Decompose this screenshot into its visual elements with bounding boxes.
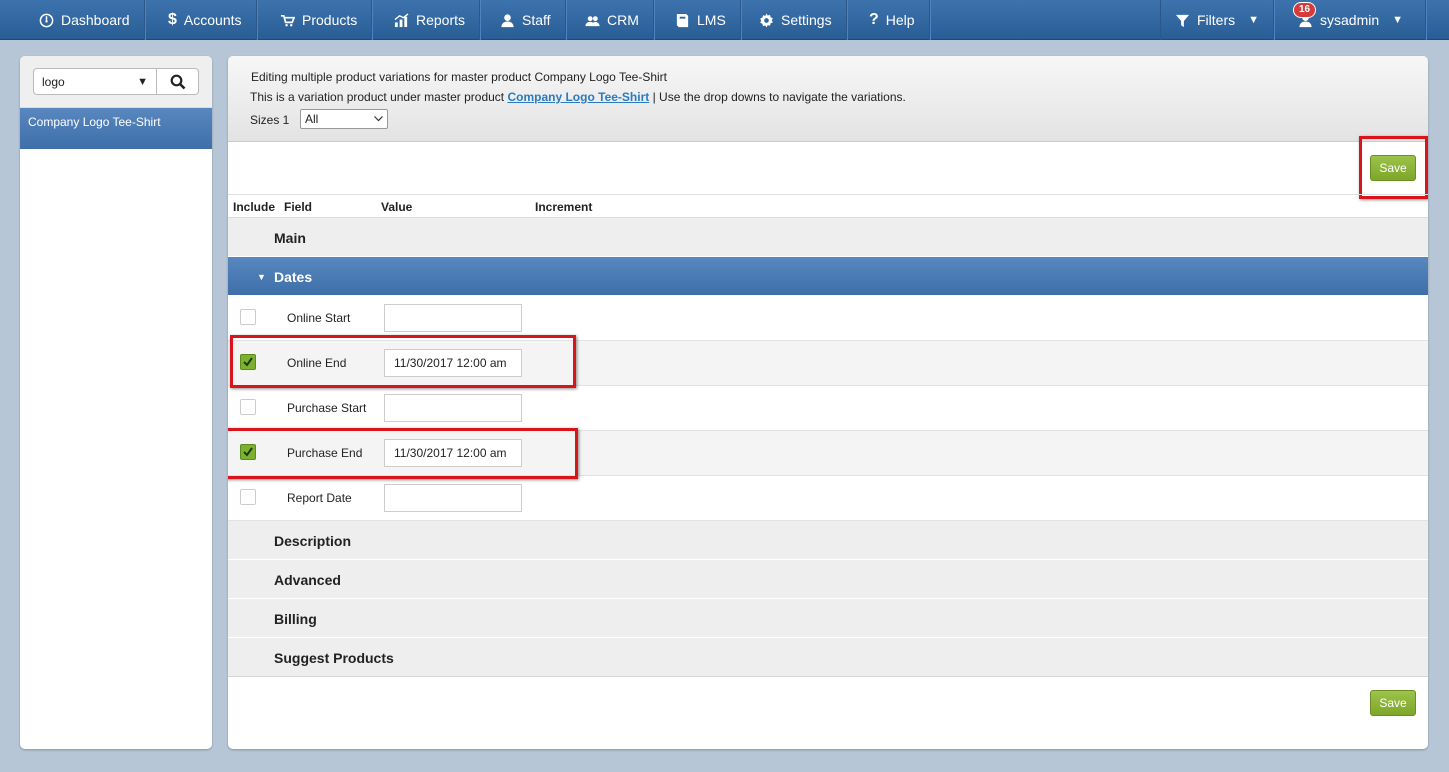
book-icon xyxy=(676,13,689,27)
include-checkbox[interactable] xyxy=(240,309,256,325)
field-label: Online End xyxy=(287,356,347,370)
search-value: logo xyxy=(42,74,65,89)
product-search-panel: logo ▼ Company Logo Tee-Shirt xyxy=(20,56,212,749)
nav-filters[interactable]: Filters ▼ xyxy=(1160,0,1275,40)
section-advanced-label: Advanced xyxy=(274,572,341,588)
nav-user-menu[interactable]: 16 sysadmin ▼ xyxy=(1284,0,1426,40)
nav-lms[interactable]: LMS xyxy=(661,0,741,40)
column-headers: Include Field Value Increment xyxy=(228,194,1428,218)
search-button[interactable] xyxy=(157,68,199,95)
nav-products-label: Products xyxy=(302,12,358,28)
search-icon xyxy=(170,74,185,89)
nav-reports[interactable]: Reports xyxy=(380,0,481,40)
nav-crm[interactable]: CRM xyxy=(571,0,654,40)
nav-crm-label: CRM xyxy=(607,12,639,28)
nav-help-label: Help xyxy=(885,12,915,28)
nav-lms-label: LMS xyxy=(697,12,726,28)
date-row-online-end: Online End 11/30/2017 12:00 am xyxy=(228,341,1428,386)
section-dates-label: Dates xyxy=(274,269,313,285)
section-description-label: Description xyxy=(274,533,352,549)
search-result-label: Company Logo Tee-Shirt xyxy=(28,115,161,129)
search-bar: logo ▼ xyxy=(20,56,212,108)
section-suggest-products[interactable]: Suggest Products xyxy=(228,638,1428,677)
page-subtitle: This is a variation product under master… xyxy=(250,90,906,104)
master-product-link[interactable]: Company Logo Tee-Shirt xyxy=(507,90,649,104)
date-row-report-date: Report Date xyxy=(228,476,1428,521)
save-button-top[interactable]: Save xyxy=(1370,155,1416,181)
nav-reports-label: Reports xyxy=(416,12,466,28)
section-description[interactable]: Description xyxy=(228,521,1428,560)
section-suggest-label: Suggest Products xyxy=(274,650,394,666)
nav-products[interactable]: Products xyxy=(266,0,373,40)
include-checkbox[interactable] xyxy=(240,489,256,505)
users-icon xyxy=(585,15,600,26)
nav-settings-label: Settings xyxy=(781,12,832,28)
chevron-down-icon: ▼ xyxy=(137,75,148,88)
nav-dashboard-label: Dashboard xyxy=(61,12,130,28)
notification-badge[interactable]: 16 xyxy=(1293,2,1317,18)
section-billing-label: Billing xyxy=(274,611,317,627)
date-input[interactable]: 11/30/2017 12:00 am xyxy=(384,439,522,467)
column-increment: Increment xyxy=(535,200,593,214)
editor-header: Editing multiple product variations for … xyxy=(228,56,1428,142)
top-nav: Dashboard $ Accounts Products Reports St… xyxy=(0,0,1449,40)
save-button-bottom[interactable]: Save xyxy=(1370,690,1416,716)
sizes-select-value: All xyxy=(305,112,319,126)
date-row-purchase-start: Purchase Start xyxy=(228,386,1428,431)
section-advanced[interactable]: Advanced xyxy=(228,560,1428,599)
filter-icon xyxy=(1175,14,1190,27)
nav-filters-label: Filters xyxy=(1197,12,1236,28)
field-label: Purchase Start xyxy=(287,401,367,415)
date-row-purchase-end: Purchase End 11/30/2017 12:00 am xyxy=(228,431,1428,476)
nav-staff[interactable]: Staff xyxy=(486,0,566,40)
subtitle-suffix: | Use the drop downs to navigate the var… xyxy=(652,90,906,104)
triangle-down-icon: ▼ xyxy=(257,272,266,282)
dollar-icon: $ xyxy=(168,11,177,28)
checkmark-icon xyxy=(243,447,253,457)
chart-icon xyxy=(394,12,409,27)
variation-editor: Editing multiple product variations for … xyxy=(228,56,1428,749)
section-main[interactable]: Main xyxy=(228,218,1428,257)
chevron-down-icon: ▼ xyxy=(1392,14,1404,26)
field-label: Report Date xyxy=(287,491,352,505)
question-icon: ? xyxy=(869,11,879,28)
column-field: Field xyxy=(284,200,313,214)
chevron-down-icon: ▼ xyxy=(1248,14,1260,26)
section-billing[interactable]: Billing xyxy=(228,599,1428,638)
nav-accounts-label: Accounts xyxy=(183,12,242,28)
username-label: sysadmin xyxy=(1320,12,1380,28)
include-checkbox[interactable] xyxy=(240,444,256,460)
nav-help[interactable]: ? Help xyxy=(855,0,930,40)
column-include: Include xyxy=(233,200,276,214)
date-input[interactable] xyxy=(384,484,522,512)
nav-staff-label: Staff xyxy=(522,12,551,28)
user-icon xyxy=(501,13,514,27)
date-input[interactable] xyxy=(384,394,522,422)
date-input[interactable] xyxy=(384,304,522,332)
column-value: Value xyxy=(381,200,413,214)
dashboard-icon xyxy=(39,13,54,27)
section-dates[interactable]: ▼ Dates xyxy=(228,257,1428,296)
section-main-label: Main xyxy=(274,230,306,246)
checkmark-icon xyxy=(243,357,253,367)
gear-icon xyxy=(760,12,773,28)
nav-accounts[interactable]: $ Accounts xyxy=(154,0,257,40)
date-row-online-start: Online Start xyxy=(228,296,1428,341)
include-checkbox[interactable] xyxy=(240,399,256,415)
field-label: Online Start xyxy=(287,311,351,325)
chevron-down-icon xyxy=(374,116,383,122)
search-result-item[interactable]: Company Logo Tee-Shirt xyxy=(20,108,212,149)
search-select[interactable]: logo ▼ xyxy=(33,68,157,95)
field-label: Purchase End xyxy=(287,446,363,460)
sizes-select[interactable]: All xyxy=(300,109,388,129)
subtitle-prefix: This is a variation product under master… xyxy=(250,90,505,104)
date-input[interactable]: 11/30/2017 12:00 am xyxy=(384,349,522,377)
nav-settings[interactable]: Settings xyxy=(745,0,847,40)
page-title: Editing multiple product variations for … xyxy=(251,70,667,84)
nav-dashboard[interactable]: Dashboard xyxy=(25,0,145,40)
include-checkbox[interactable] xyxy=(240,354,256,370)
cart-icon xyxy=(280,14,295,26)
sizes-label: Sizes 1 xyxy=(250,113,290,127)
